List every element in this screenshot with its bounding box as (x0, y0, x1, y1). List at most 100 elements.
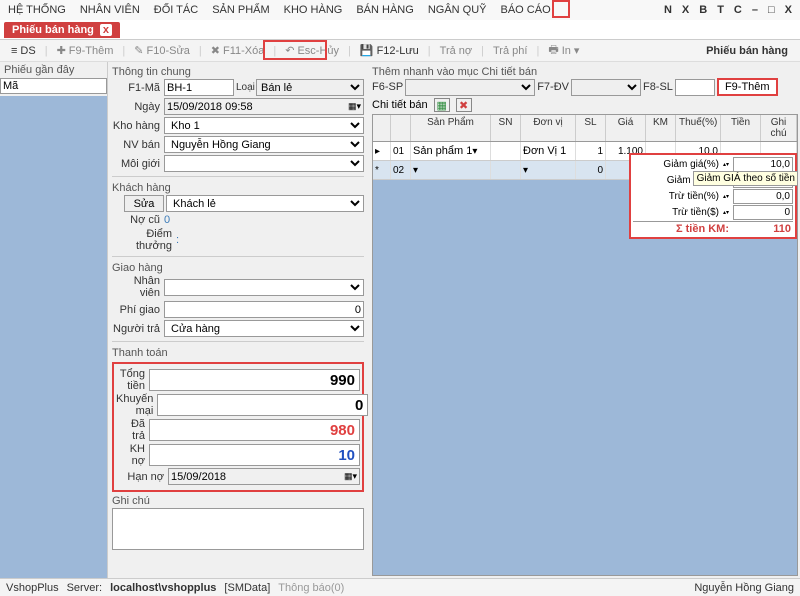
input-paid[interactable] (149, 419, 360, 441)
detail-grid[interactable]: Sản Phẩm SN Đơn vị SL Giá KM Thuế(%) Tiề… (372, 114, 798, 576)
input-delivery-fee[interactable] (164, 301, 364, 318)
tab-close-icon[interactable]: x (100, 24, 112, 36)
col-note[interactable]: Ghi chú (761, 115, 797, 141)
status-notifications[interactable]: Thông báo(0) (278, 582, 344, 594)
col-tax[interactable]: Thuế(%) (676, 115, 721, 141)
select-warehouse[interactable]: Kho 1 (164, 117, 364, 134)
section-delivery: Giao hàng (112, 262, 364, 274)
mini-n-button[interactable]: N (664, 4, 672, 16)
input-deduct-amt[interactable] (733, 205, 793, 220)
menu-warehouse[interactable]: KHO HÀNG (284, 4, 343, 16)
menu-staff[interactable]: NHÂN VIÊN (80, 4, 140, 16)
input-code[interactable] (164, 79, 234, 96)
recent-list[interactable] (0, 96, 107, 578)
col-price[interactable]: Giá (606, 115, 646, 141)
toolbar-title: Phiếu bán hàng (706, 45, 796, 57)
calendar-icon[interactable]: ▦▾ (348, 101, 361, 112)
select-broker[interactable] (164, 155, 364, 172)
mini-c-button[interactable]: C (734, 4, 742, 16)
mini-b-button[interactable]: B (699, 4, 707, 16)
input-discount[interactable] (157, 394, 368, 416)
window-minimize[interactable]: – (752, 4, 758, 16)
col-qty[interactable]: SL (576, 115, 606, 141)
excel-icon[interactable]: ▦ (434, 98, 450, 112)
section-payment: Thanh toán (112, 347, 364, 359)
window-maximize[interactable]: □ (768, 4, 775, 16)
old-debt-link[interactable]: 0 (164, 214, 170, 226)
toolbar-trano[interactable]: Trả nợ (433, 43, 479, 59)
col-product[interactable]: Sản Phẩm (411, 115, 491, 141)
recent-search-input[interactable] (0, 78, 107, 94)
points-link[interactable]: : (176, 234, 179, 246)
select-payer[interactable]: Cửa hàng (164, 320, 364, 337)
input-cust-debt[interactable] (149, 444, 360, 466)
select-salesperson[interactable]: Nguyễn Hồng Giang (164, 136, 364, 153)
status-bar: VshopPlus Server: localhost\vshopplus [S… (0, 578, 800, 596)
input-total[interactable] (149, 369, 360, 391)
toolbar-f9-add[interactable]: ✚ F9-Thêm (50, 42, 121, 59)
menu-system[interactable]: HỆ THỐNG (8, 4, 66, 16)
spinner-icon[interactable]: ▴▾ (723, 210, 733, 216)
mini-x-button[interactable]: X (682, 4, 689, 16)
toolbar-f12-save[interactable]: 💾 F12-Lưu (353, 42, 426, 59)
toolbar-print[interactable]: 🖶 In ▾ (541, 39, 586, 62)
tab-sales-receipt[interactable]: Phiếu bán hàng x (4, 22, 120, 38)
col-unit[interactable]: Đơn vị (521, 115, 576, 141)
km-sum-value: 110 (733, 223, 793, 235)
select-f6sp[interactable] (405, 79, 535, 96)
col-sn[interactable]: SN (491, 115, 521, 141)
status-server: localhost\vshopplus (110, 582, 216, 594)
col-km[interactable]: KM (646, 115, 676, 141)
window-close[interactable]: X (785, 4, 792, 16)
input-discount-pct[interactable] (733, 157, 793, 172)
menu-fund[interactable]: NGÂN QUỸ (428, 4, 487, 16)
input-date[interactable]: 15/09/2018 09:58▦▾ (164, 98, 364, 115)
label-f1ma: F1-Mã (112, 82, 164, 94)
toolbar-esc-cancel[interactable]: ↶ Esc-Hủy (278, 42, 346, 59)
label-points: Điểm thưởng (112, 228, 176, 252)
status-db: [SMData] (224, 582, 270, 594)
spinner-icon[interactable]: ▴▾ (723, 162, 733, 168)
label-f6sp: F6-SP (372, 81, 403, 93)
textarea-note[interactable] (112, 508, 364, 550)
label-f7dv: F7-ĐV (537, 81, 569, 93)
payment-box: Tổng tiền Khuyến mại Đã trả KH nợ Hạn nợ… (112, 362, 364, 492)
select-customer[interactable]: Khách lẻ (166, 195, 364, 212)
toolbar-traphi[interactable]: Trả phí (486, 43, 534, 59)
col-amount[interactable]: Tiền (721, 115, 761, 141)
mini-t-button[interactable]: T (717, 4, 724, 16)
tab-label: Phiếu bán hàng (12, 24, 94, 36)
recent-panel: Phiếu gần đây (0, 62, 108, 578)
spinner-icon[interactable]: ▴▾ (723, 194, 733, 200)
calendar-icon[interactable]: ▦▾ (344, 471, 357, 482)
section-general: Thông tin chung (112, 66, 364, 78)
menu-report[interactable]: BÁO CÁO (501, 4, 551, 16)
select-type[interactable]: Bán lẻ (256, 79, 364, 96)
toolbar-f11-delete[interactable]: ✖ F11-Xóa (204, 42, 272, 59)
menu-partner[interactable]: ĐỐI TÁC (154, 4, 198, 16)
label-km-sum: Σ tiền KM: (633, 223, 733, 235)
delete-row-icon[interactable]: ✖ (456, 98, 472, 112)
input-f8sl[interactable] (675, 79, 715, 96)
label-delivery-staff: Nhân viên (112, 275, 164, 299)
edit-customer-button[interactable]: Sửa (124, 195, 164, 212)
label-discount: Khuyến mại (116, 393, 157, 417)
toolbar-f10-edit[interactable]: ✎ F10-Sửa (127, 42, 197, 59)
label-total: Tổng tiền (116, 368, 149, 392)
input-deduct-pct[interactable] (733, 189, 793, 204)
status-server-label: Server: (67, 582, 102, 594)
menu-product[interactable]: SẢN PHẨM (212, 4, 269, 16)
recent-title: Phiếu gần đây (0, 62, 107, 78)
label-old-debt: Nợ cũ (112, 214, 164, 226)
f9-add-button[interactable]: F9-Thêm (717, 78, 778, 96)
label-date: Ngày (112, 101, 164, 113)
label-f8sl: F8-SL (643, 81, 673, 93)
quickadd-title: Thêm nhanh vào mục Chi tiết bán (372, 66, 798, 78)
menu-sales[interactable]: BÁN HÀNG (356, 4, 413, 16)
tab-strip: Phiếu bán hàng x (0, 20, 800, 40)
tooltip: Giảm GIÁ theo số tiền (693, 171, 798, 186)
select-delivery-staff[interactable] (164, 279, 364, 296)
select-f7dv[interactable] (571, 79, 641, 96)
toolbar-ds[interactable]: ≡ DS (4, 43, 43, 59)
input-debt-due[interactable]: 15/09/2018▦▾ (168, 468, 360, 485)
